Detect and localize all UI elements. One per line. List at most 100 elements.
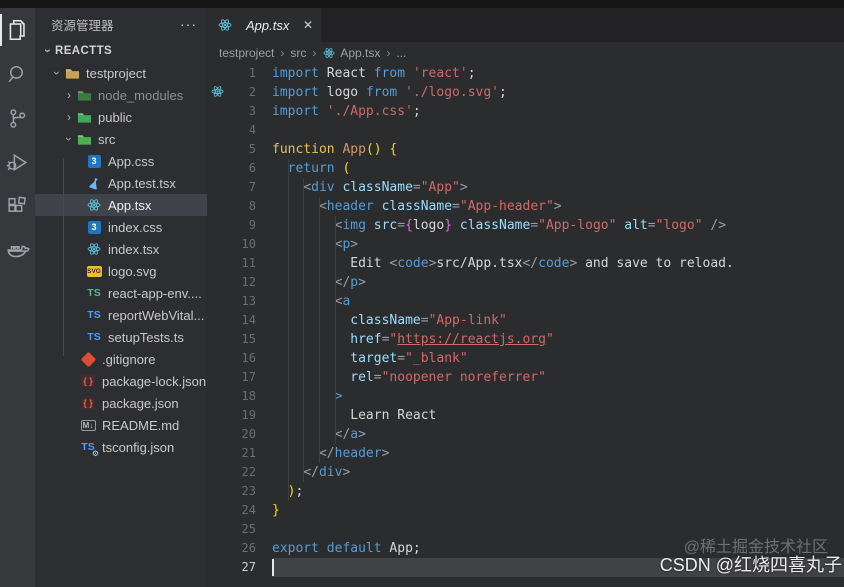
code-line-4[interactable]: 4 (207, 121, 844, 140)
tree-item-logo-svg[interactable]: SVG logo.svg (35, 260, 207, 282)
code-line-content[interactable] (272, 558, 844, 577)
gutter-line-9[interactable]: 9 (207, 216, 272, 235)
code-line-content[interactable]: target="_blank" (272, 349, 844, 368)
code-line-6[interactable]: 6 return ( (207, 159, 844, 178)
code-line-23[interactable]: 23 ); (207, 482, 844, 501)
code-line-24[interactable]: 24} (207, 501, 844, 520)
tree-item-public[interactable]: › public (35, 106, 207, 128)
tree-item-node-modules[interactable]: › node_modules (35, 84, 207, 106)
code-line-content[interactable]: </div> (272, 463, 844, 482)
tree-section-reactts[interactable]: › REACTTS (35, 40, 207, 62)
code-line-25[interactable]: 25 (207, 520, 844, 539)
breadcrumb-item[interactable]: testproject (219, 46, 274, 60)
code-line-content[interactable]: </a> (272, 425, 844, 444)
extensions-icon[interactable] (0, 184, 35, 228)
code-line-content[interactable]: return ( (272, 159, 844, 178)
gutter-line-19[interactable]: 19 (207, 406, 272, 425)
gutter-line-23[interactable]: 23 (207, 482, 272, 501)
tab-title: App.tsx (246, 17, 290, 33)
breadcrumb-item[interactable]: App.tsx (340, 46, 380, 60)
gutter-line-10[interactable]: 10 (207, 235, 272, 254)
close-icon[interactable]: ✕ (303, 18, 313, 32)
code-line-1[interactable]: 1 import React from 'react'; (207, 64, 844, 83)
code-line-content[interactable]: } (272, 501, 844, 520)
code-line-content[interactable]: <div className="App"> (272, 178, 844, 197)
tree-item-package-lock-json[interactable]: { } package-lock.json (35, 370, 207, 392)
code-line-content[interactable]: import logo from './logo.svg'; (272, 83, 844, 102)
gutter-line-21[interactable]: 21 (207, 444, 272, 463)
tree-item-app-tsx[interactable]: App.tsx (35, 194, 207, 216)
code-line-content[interactable]: > (272, 387, 844, 406)
code-line-content[interactable]: <header className="App-header"> (272, 197, 844, 216)
code-line-3[interactable]: 3 import './App.css'; (207, 102, 844, 121)
code-line-content[interactable]: <img src={logo} className="App-logo" alt… (272, 216, 844, 235)
code-line-content[interactable]: rel="noopener noreferrer" (272, 368, 844, 387)
gutter-line-1[interactable]: 1 (207, 64, 272, 83)
tree-item-testproject[interactable]: › testproject (35, 62, 207, 84)
gutter-line-13[interactable]: 13 (207, 292, 272, 311)
code-editor[interactable]: 1 import React from 'react'; 2 import logo … (207, 64, 844, 587)
tree-item-setuptests-ts[interactable]: TS setupTests.ts (35, 326, 207, 348)
code-line-content[interactable]: function App() { (272, 140, 844, 159)
code-line-content[interactable]: import './App.css'; (272, 102, 844, 121)
code-line-content[interactable]: export default App; (272, 539, 844, 558)
tree-item-index-css[interactable]: 3 index.css (35, 216, 207, 238)
gutter-line-7[interactable]: 7 (207, 178, 272, 197)
code-line-26[interactable]: 26 export default App; (207, 539, 844, 558)
run-debug-icon[interactable] (0, 140, 35, 184)
code-line-content[interactable]: href="https://reactjs.org" (272, 330, 844, 349)
gutter-line-3[interactable]: 3 (207, 102, 272, 121)
tab-apptsx[interactable]: App.tsx ✕ (207, 8, 321, 42)
code-line-content[interactable]: <a (272, 292, 844, 311)
tree-item-package-json[interactable]: { } package.json (35, 392, 207, 414)
explorer-more-actions-icon[interactable]: ··· (180, 16, 197, 32)
gutter-line-24[interactable]: 24 (207, 501, 272, 520)
code-line-content[interactable]: ); (272, 482, 844, 501)
explorer-icon[interactable] (0, 8, 35, 52)
code-line-2[interactable]: 2 import logo from './logo.svg'; (207, 83, 844, 102)
source-control-icon[interactable] (0, 96, 35, 140)
code-line-content[interactable]: className="App-link" (272, 311, 844, 330)
gutter-line-26[interactable]: 26 (207, 539, 272, 558)
tree-item-react-app-env-[interactable]: TS react-app-env.... (35, 282, 207, 304)
tree-item-readme-md[interactable]: M↓ README.md (35, 414, 207, 436)
tree-item--gitignore[interactable]: .gitignore (35, 348, 207, 370)
code-line-content[interactable] (272, 520, 844, 539)
gutter-line-25[interactable]: 25 (207, 520, 272, 539)
gutter-line-17[interactable]: 17 (207, 368, 272, 387)
gutter-line-27[interactable]: 27 (207, 558, 272, 577)
gutter-line-5[interactable]: 5 (207, 140, 272, 159)
code-line-content[interactable] (272, 121, 844, 140)
gutter-line-6[interactable]: 6 (207, 159, 272, 178)
tree-item-reportwebvital-[interactable]: TS reportWebVital... (35, 304, 207, 326)
gutter-line-2[interactable]: 2 (207, 83, 272, 102)
gutter-line-18[interactable]: 18 (207, 387, 272, 406)
breadcrumb-item[interactable]: ... (396, 46, 406, 60)
tree-item-app-css[interactable]: 3 App.css (35, 150, 207, 172)
tree-item-src[interactable]: › src (35, 128, 207, 150)
gutter-line-14[interactable]: 14 (207, 311, 272, 330)
code-line-27[interactable]: 27 (207, 558, 844, 577)
gutter-line-8[interactable]: 8 (207, 197, 272, 216)
code-line-content[interactable]: </header> (272, 444, 844, 463)
gutter-line-16[interactable]: 16 (207, 349, 272, 368)
tree-item-index-tsx[interactable]: index.tsx (35, 238, 207, 260)
code-line-content[interactable]: import React from 'react'; (272, 64, 844, 83)
tree-item-app-test-tsx[interactable]: App.test.tsx (35, 172, 207, 194)
code-line-content[interactable]: </p> (272, 273, 844, 292)
code-line-content[interactable]: Edit <code>src/App.tsx</code> and save t… (272, 254, 844, 273)
docker-icon[interactable] (0, 228, 35, 272)
code-line-content[interactable]: <p> (272, 235, 844, 254)
tree-item-tsconfig-json[interactable]: TS ⚙ tsconfig.json (35, 436, 207, 459)
gutter-line-4[interactable]: 4 (207, 121, 272, 140)
gutter-line-20[interactable]: 20 (207, 425, 272, 444)
svg-badge-icon: SVG (86, 265, 102, 277)
code-line-content[interactable]: Learn React (272, 406, 844, 425)
gutter-line-11[interactable]: 11 (207, 254, 272, 273)
gutter-line-22[interactable]: 22 (207, 463, 272, 482)
search-icon[interactable] (0, 52, 35, 96)
gutter-line-12[interactable]: 12 (207, 273, 272, 292)
code-line-5[interactable]: 5 function App() { (207, 140, 844, 159)
gutter-line-15[interactable]: 15 (207, 330, 272, 349)
breadcrumb-item[interactable]: src (290, 46, 306, 60)
